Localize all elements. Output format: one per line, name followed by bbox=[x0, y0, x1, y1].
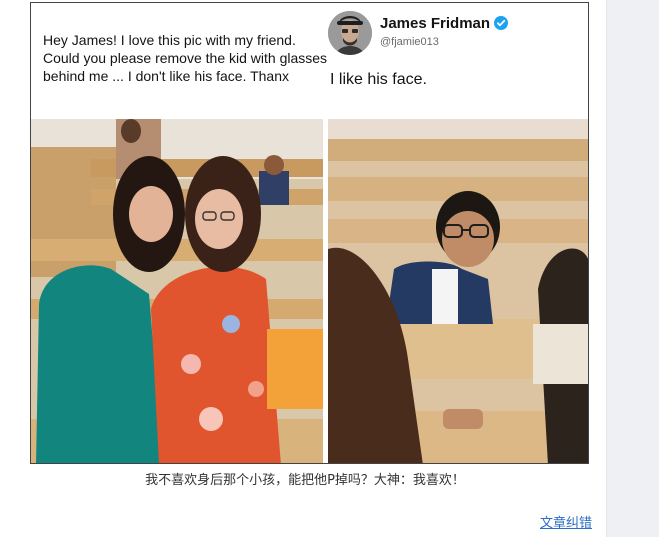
original-photo bbox=[31, 119, 323, 463]
author-profile: James Fridman @fjamie013 bbox=[328, 9, 583, 59]
report-error-link[interactable]: 文章纠错 bbox=[540, 512, 592, 531]
right-sidebar bbox=[606, 0, 659, 537]
reply-text: I like his face. bbox=[330, 71, 427, 88]
author-name: James Fridman bbox=[380, 15, 509, 32]
author-handle: @fjamie013 bbox=[380, 36, 439, 48]
image-caption: 我不喜欢身后那个小孩，能把他P掉吗？大神：我喜欢！ bbox=[145, 473, 465, 488]
author-name-label: James Fridman bbox=[380, 15, 491, 32]
edited-photo bbox=[328, 119, 588, 463]
avatar bbox=[328, 11, 372, 55]
meme-image: Hey James! I love this pic with my frien… bbox=[30, 2, 589, 464]
request-text: Hey James! I love this pic with my frien… bbox=[43, 32, 328, 84]
verified-badge-icon bbox=[494, 16, 509, 30]
